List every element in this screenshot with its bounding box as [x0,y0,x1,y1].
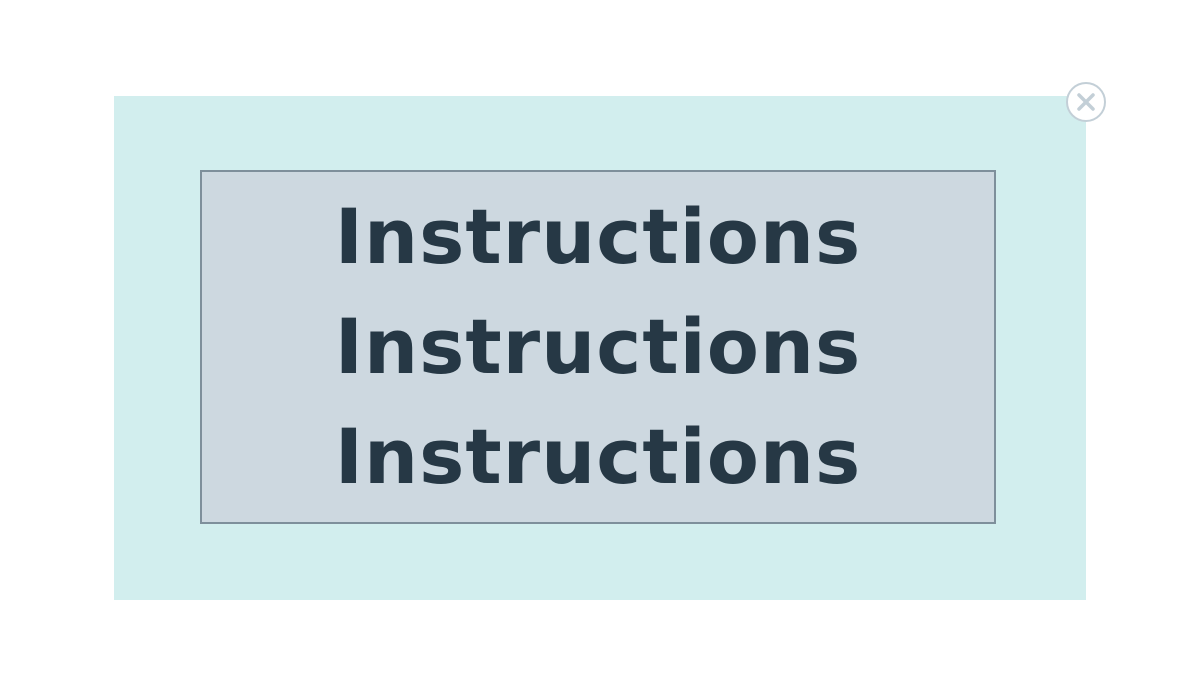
page: Instructions Instructions Instructions [0,0,1200,696]
close-icon [1077,93,1095,111]
instructions-line-1: Instructions [334,192,862,281]
instructions-line-2: Instructions [334,302,862,391]
instructions-modal: Instructions Instructions Instructions [114,96,1086,600]
instructions-line-3: Instructions [334,412,862,501]
close-button[interactable] [1066,82,1106,122]
instructions-panel: Instructions Instructions Instructions [200,170,996,524]
